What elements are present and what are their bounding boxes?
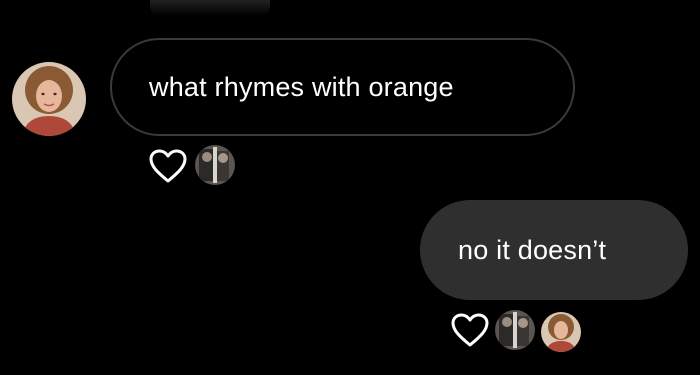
outgoing-message-bubble[interactable]: no it doesn’t bbox=[420, 200, 688, 300]
heart-icon[interactable] bbox=[148, 148, 188, 184]
previous-message-edge bbox=[150, 0, 270, 16]
message-text: what rhymes with orange bbox=[149, 71, 454, 102]
message-text: no it doesn’t bbox=[458, 234, 607, 265]
user-avatar-icon[interactable] bbox=[541, 312, 581, 352]
reactor-avatar-icon[interactable] bbox=[195, 145, 235, 185]
heart-icon[interactable] bbox=[450, 312, 490, 348]
incoming-message-bubble[interactable]: what rhymes with orange bbox=[110, 38, 575, 136]
message-thread: what rhymes with orange no it doesn’t bbox=[0, 0, 700, 375]
sender-avatar-icon[interactable] bbox=[12, 62, 86, 136]
reactor-avatar-icon[interactable] bbox=[495, 310, 535, 350]
